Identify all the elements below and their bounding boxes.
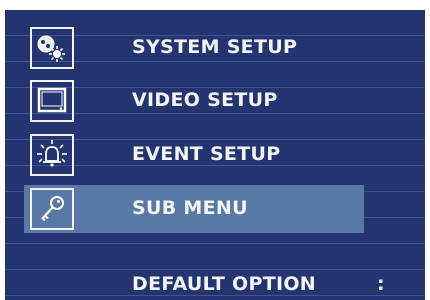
menu-item-video-setup[interactable]: VIDEO SETUP: [24, 77, 424, 125]
alarm-bell-icon: [30, 134, 74, 176]
menu-item-label: SUB MENU: [132, 197, 248, 219]
menu-item-label: EVENT SETUP: [132, 143, 281, 165]
default-option-label: DEFAULT OPTION: [132, 273, 316, 295]
menu-item-label: SYSTEM SETUP: [132, 36, 298, 58]
default-option-separator: :: [377, 273, 385, 295]
menu-item-label: VIDEO SETUP: [132, 89, 278, 111]
osd-menu-screen: SYSTEM SETUP VIDEO SETUP EVENT SETUP SUB…: [5, 10, 425, 300]
menu-item-sub-menu[interactable]: SUB MENU: [24, 185, 364, 233]
menu-item-event-setup[interactable]: EVENT SETUP: [24, 131, 424, 179]
key-icon: [30, 188, 74, 230]
system-setup-icon: [30, 27, 74, 69]
menu-item-system-setup[interactable]: SYSTEM SETUP: [24, 24, 424, 72]
menu-item-default-option[interactable]: DEFAULT OPTION :: [132, 273, 422, 299]
monitor-icon: [30, 80, 74, 122]
